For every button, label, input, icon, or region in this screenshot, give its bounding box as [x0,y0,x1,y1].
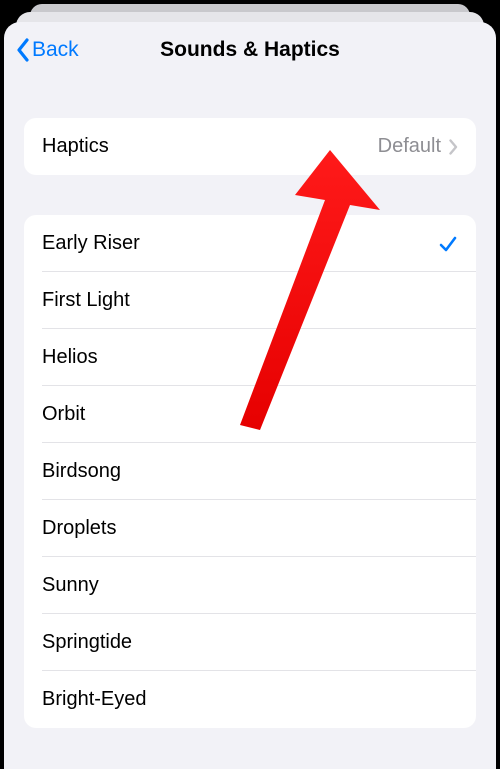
sounds-group: Early Riser First Light Helios Orbit Birdson… [24,215,476,728]
sound-row[interactable]: Orbit [24,386,476,443]
back-button[interactable]: Back [16,38,79,62]
sound-label: Bright-Eyed [42,688,458,711]
sound-row[interactable]: Sunny [24,557,476,614]
sound-label: First Light [42,289,458,312]
sound-label: Droplets [42,517,458,540]
checkmark-icon [438,234,458,254]
sound-row[interactable]: Springtide [24,614,476,671]
sound-label: Sunny [42,574,458,597]
sound-row[interactable]: Droplets [24,500,476,557]
back-label: Back [32,38,79,62]
sound-row[interactable]: Helios [24,329,476,386]
sound-label: Early Riser [42,232,438,255]
sound-label: Orbit [42,403,458,426]
sound-row[interactable]: Early Riser [24,215,476,272]
chevron-left-icon [16,38,30,62]
haptics-group: Haptics Default [24,118,476,175]
content-area: Haptics Default Early Riser First Light He… [4,118,496,728]
haptics-row[interactable]: Haptics Default [24,118,476,175]
sound-label: Springtide [42,631,458,654]
sound-label: Helios [42,346,458,369]
haptics-label: Haptics [42,135,378,158]
nav-bar: Back Sounds & Haptics [4,22,496,78]
haptics-value: Default [378,135,441,158]
settings-sheet: Back Sounds & Haptics Haptics Default Ea… [4,22,496,769]
sound-row[interactable]: First Light [24,272,476,329]
chevron-right-icon [449,139,458,155]
sound-label: Birdsong [42,460,458,483]
sound-row[interactable]: Bright-Eyed [24,671,476,728]
sound-row[interactable]: Birdsong [24,443,476,500]
